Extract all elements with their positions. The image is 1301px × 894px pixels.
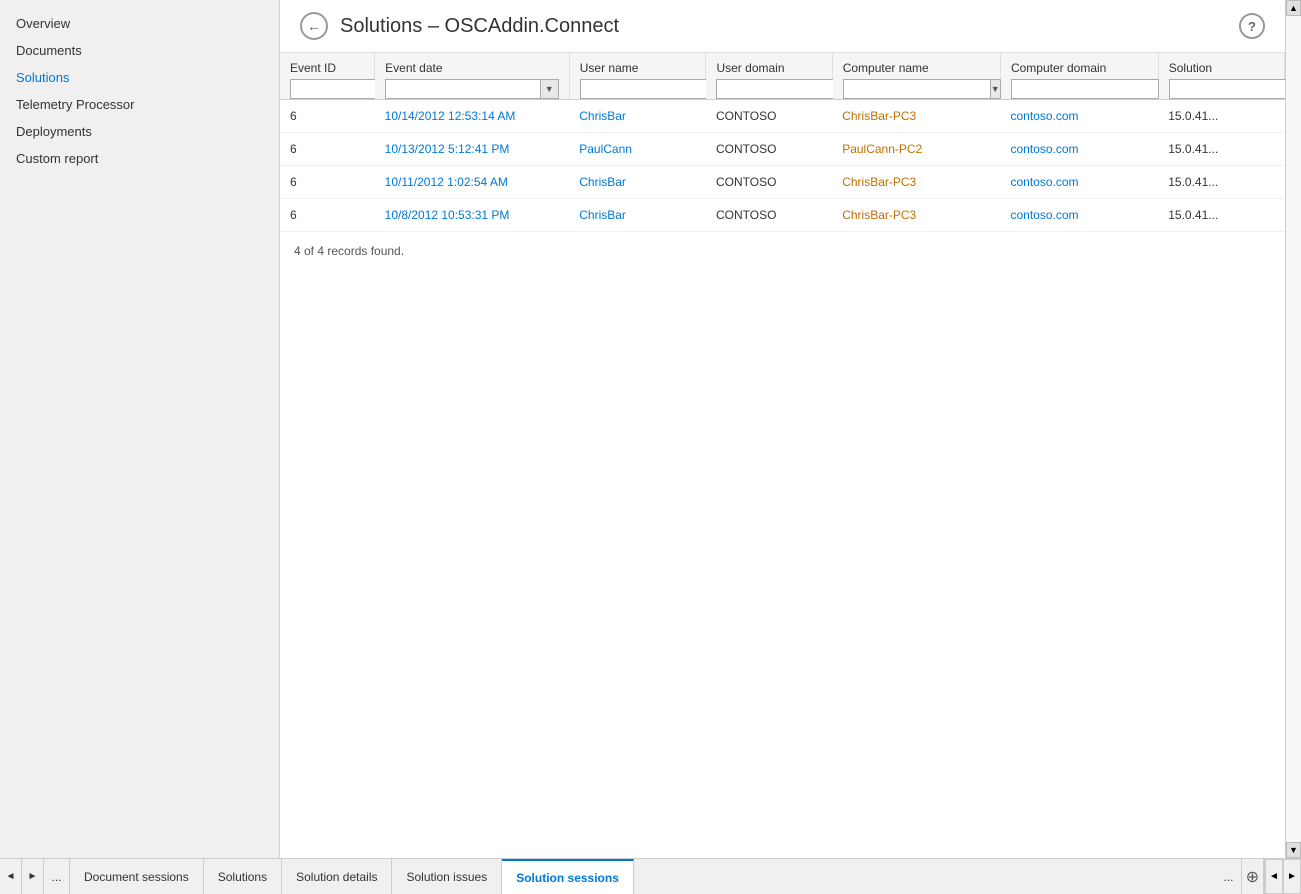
cell-computer-name: ChrisBar-PC3 xyxy=(832,199,1000,232)
cell-event-date: 10/14/2012 12:53:14 AM xyxy=(375,100,570,133)
cell-event-date: 10/13/2012 5:12:41 PM xyxy=(375,133,570,166)
page-header: ← Solutions – OSCAddin.Connect ? xyxy=(280,0,1285,53)
sidebar-item-telemetry[interactable]: Telemetry Processor xyxy=(0,91,279,118)
col-label-computer-domain: Computer domain xyxy=(1011,61,1148,75)
cell-solution: 15.0.41... xyxy=(1158,100,1284,133)
tab-nav-prev[interactable]: ◄ xyxy=(0,859,22,894)
cell-computer-domain: contoso.com xyxy=(1000,100,1158,133)
cell-solution: 15.0.41... xyxy=(1158,199,1284,232)
cell-event-id: 6 xyxy=(280,133,375,166)
cell-computer-domain: contoso.com xyxy=(1000,133,1158,166)
col-label-event-id: Event ID xyxy=(290,61,364,75)
cell-event-id: 6 xyxy=(280,100,375,133)
table-row[interactable]: 610/11/2012 1:02:54 AMChrisBarCONTOSOChr… xyxy=(280,166,1285,199)
col-label-computer-name: Computer name xyxy=(843,61,990,75)
cell-computer-name: PaulCann-PC2 xyxy=(832,133,1000,166)
col-filter-drop-computer-name[interactable]: ▼ xyxy=(991,79,1001,99)
col-header-user-name: User name ▼ xyxy=(569,53,706,100)
col-filter-input-solution[interactable] xyxy=(1169,79,1285,99)
tab-document-sessions[interactable]: Document sessions xyxy=(70,859,204,894)
tab-scroll-left[interactable]: ◄ xyxy=(1265,859,1283,894)
cell-event-date: 10/11/2012 1:02:54 AM xyxy=(375,166,570,199)
vertical-scrollbar[interactable]: ▲ ▼ xyxy=(1285,0,1301,858)
tab-solution-issues[interactable]: Solution issues xyxy=(392,859,502,894)
cell-user-domain: CONTOSO xyxy=(706,199,832,232)
col-header-computer-name: Computer name ▼ xyxy=(832,53,1000,100)
page-title: Solutions – OSCAddin.Connect xyxy=(340,15,619,38)
table-row[interactable]: 610/14/2012 12:53:14 AMChrisBarCONTOSOCh… xyxy=(280,100,1285,133)
tab-list: Document sessionsSolutionsSolution detai… xyxy=(70,859,1216,894)
table-row[interactable]: 610/13/2012 5:12:41 PMPaulCannCONTOSOPau… xyxy=(280,133,1285,166)
col-label-user-domain: User domain xyxy=(716,61,821,75)
cell-computer-name: ChrisBar-PC3 xyxy=(832,100,1000,133)
data-table: Event ID ▼ Event date ▼ User name ▼ User… xyxy=(280,53,1285,232)
col-label-user-name: User name xyxy=(580,61,696,75)
col-header-computer-domain: Computer domain ▼ xyxy=(1000,53,1158,100)
bottom-tab-bar: ◄ ► ... Document sessionsSolutionsSoluti… xyxy=(0,858,1301,894)
cell-user-name: ChrisBar xyxy=(569,199,706,232)
col-filter-drop-event-date[interactable]: ▼ xyxy=(541,79,559,99)
col-filter-input-event-date[interactable] xyxy=(385,79,541,99)
tab-ellipsis-right[interactable]: ... xyxy=(1216,859,1242,894)
cell-user-domain: CONTOSO xyxy=(706,166,832,199)
cell-event-id: 6 xyxy=(280,199,375,232)
col-filter-input-computer-name[interactable] xyxy=(843,79,991,99)
sidebar-item-solutions[interactable]: Solutions xyxy=(0,64,279,91)
cell-computer-name: ChrisBar-PC3 xyxy=(832,166,1000,199)
tab-ellipsis-left[interactable]: ... xyxy=(44,859,70,894)
cell-event-id: 6 xyxy=(280,166,375,199)
tab-solution-sessions[interactable]: Solution sessions xyxy=(502,859,634,894)
cell-user-name: ChrisBar xyxy=(569,100,706,133)
col-header-event-date: Event date ▼ xyxy=(375,53,570,100)
cell-user-domain: CONTOSO xyxy=(706,133,832,166)
table-area: Event ID ▼ Event date ▼ User name ▼ User… xyxy=(280,53,1285,858)
tab-solutions[interactable]: Solutions xyxy=(204,859,282,894)
cell-solution: 15.0.41... xyxy=(1158,133,1284,166)
scroll-up-button[interactable]: ▲ xyxy=(1286,0,1301,16)
cell-computer-domain: contoso.com xyxy=(1000,199,1158,232)
col-label-event-date: Event date xyxy=(385,61,559,75)
tab-nav-next[interactable]: ► xyxy=(22,859,44,894)
col-header-user-domain: User domain ▼ xyxy=(706,53,832,100)
tab-scroll-right[interactable]: ► xyxy=(1283,859,1301,894)
col-filter-input-computer-domain[interactable] xyxy=(1011,79,1159,99)
scroll-down-button[interactable]: ▼ xyxy=(1286,842,1301,858)
sidebar-item-custom-report[interactable]: Custom report xyxy=(0,145,279,172)
tab-add-button[interactable]: ⊕ xyxy=(1242,859,1264,894)
tab-solution-details[interactable]: Solution details xyxy=(282,859,392,894)
back-button[interactable]: ← xyxy=(300,12,328,40)
cell-user-domain: CONTOSO xyxy=(706,100,832,133)
help-button[interactable]: ? xyxy=(1239,13,1265,39)
content-area: ← Solutions – OSCAddin.Connect ? Event I… xyxy=(280,0,1285,858)
col-header-event-id: Event ID ▼ xyxy=(280,53,375,100)
cell-solution: 15.0.41... xyxy=(1158,166,1284,199)
records-found: 4 of 4 records found. xyxy=(280,232,1285,270)
cell-user-name: ChrisBar xyxy=(569,166,706,199)
cell-event-date: 10/8/2012 10:53:31 PM xyxy=(375,199,570,232)
scroll-track xyxy=(1286,16,1301,842)
sidebar-item-overview[interactable]: Overview xyxy=(0,10,279,37)
table-row[interactable]: 610/8/2012 10:53:31 PMChrisBarCONTOSOChr… xyxy=(280,199,1285,232)
cell-computer-domain: contoso.com xyxy=(1000,166,1158,199)
sidebar-item-deployments[interactable]: Deployments xyxy=(0,118,279,145)
sidebar-item-documents[interactable]: Documents xyxy=(0,37,279,64)
col-header-solution: Solution ▼ xyxy=(1158,53,1284,100)
col-label-solution: Solution xyxy=(1169,61,1274,75)
cell-user-name: PaulCann xyxy=(569,133,706,166)
sidebar: OverviewDocumentsSolutionsTelemetry Proc… xyxy=(0,0,280,858)
